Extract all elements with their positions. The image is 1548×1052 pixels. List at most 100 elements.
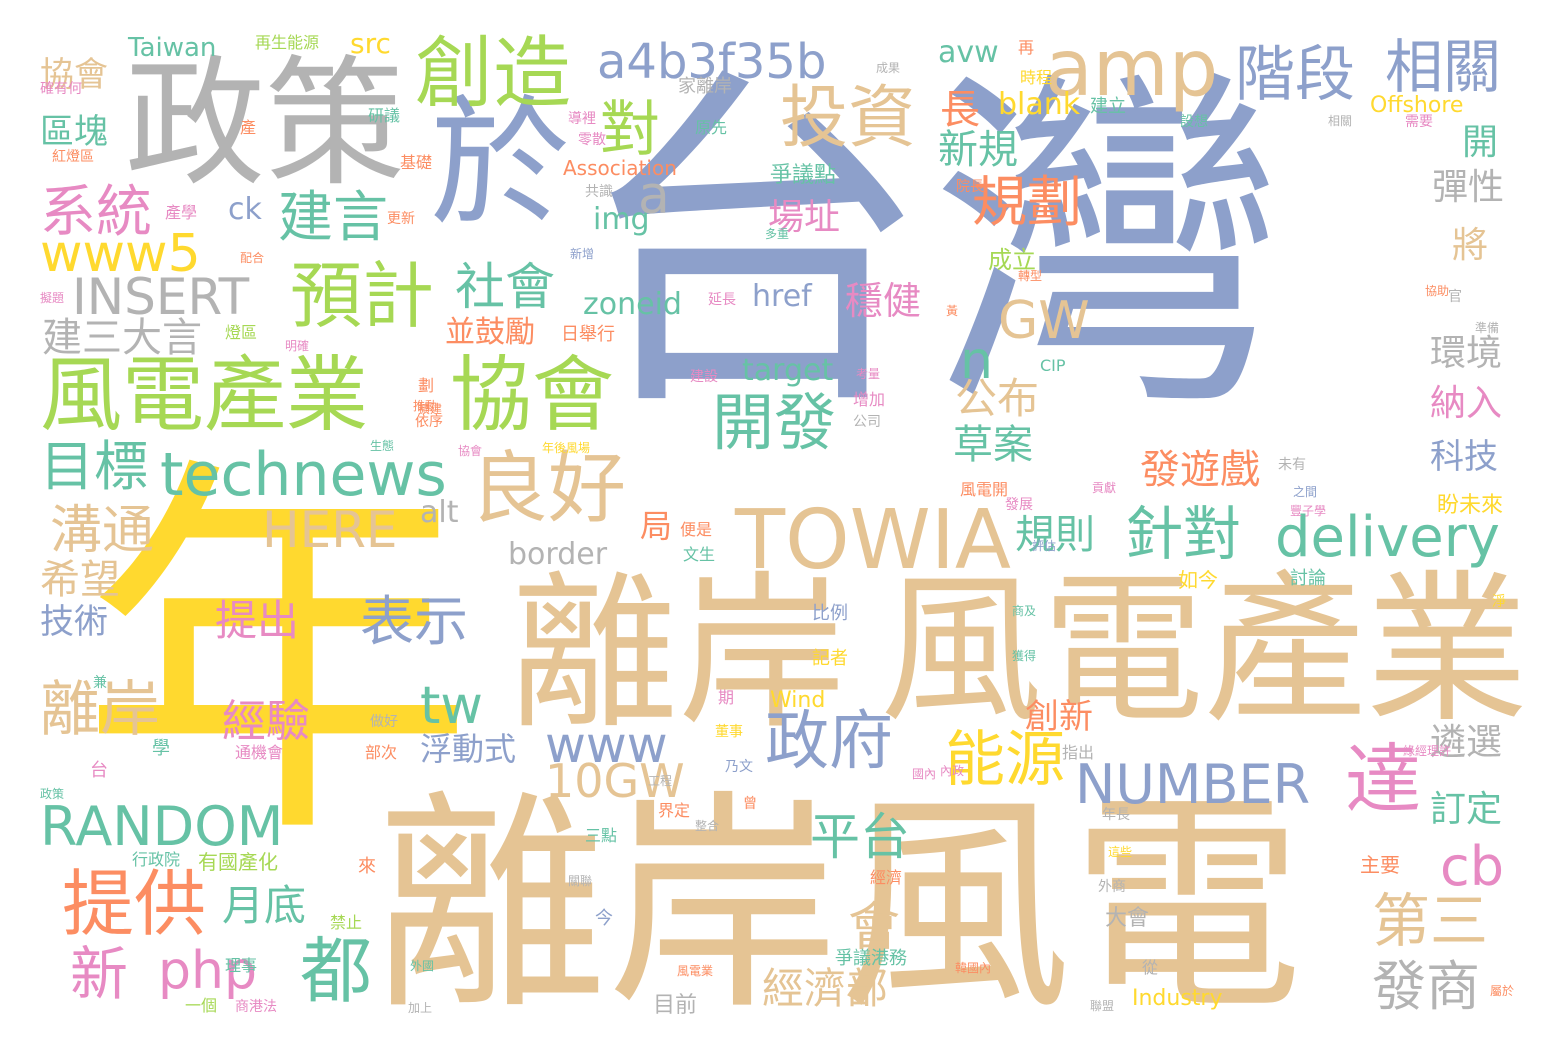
word-cip: CIP xyxy=(1040,356,1066,375)
word-merchants: 商及 xyxy=(1012,604,1037,618)
word-third: 第三 xyxy=(1372,887,1489,955)
word-integrate: 整合 xyxy=(695,819,720,833)
word-provide: 提供 xyxy=(62,862,207,946)
word-promote: 推動 xyxy=(413,399,438,413)
word-extend: 延長 xyxy=(708,292,736,308)
word-related-small: 相關 xyxy=(1328,114,1353,128)
word-build-up: 建立 xyxy=(1090,96,1126,117)
word-envision: 設想 xyxy=(1180,114,1208,130)
word-chairman: 董事 xyxy=(715,724,743,740)
word-light-zone: 燈區 xyxy=(225,323,258,342)
word-hope: 希望 xyxy=(40,557,120,603)
word-stage: 階段 xyxy=(1235,40,1355,110)
word-set: 訂定 xyxy=(1430,789,1503,830)
word-foreign: 外商 xyxy=(1098,879,1126,895)
word-related: 相關 xyxy=(1385,33,1502,101)
word-environment: 環境 xyxy=(1430,333,1503,374)
word-not-yet: 未有 xyxy=(1278,457,1306,473)
word-flexible: 彈性 xyxy=(1432,167,1505,208)
word-cb: cb xyxy=(1440,835,1504,898)
word-prohibit: 禁止 xyxy=(330,913,363,932)
word-executive-yuan: 行政院 xyxy=(132,850,181,869)
word-domestic: 國內 xyxy=(912,767,937,781)
word-are-there: 確有何 xyxy=(40,81,82,97)
word-government: 政府 xyxy=(765,705,893,779)
word-point-out: 指出 xyxy=(1062,743,1095,762)
word-interior: 內政 xyxy=(940,764,965,778)
word-huang: 黃 xyxy=(946,304,959,318)
word-platform: 平台 xyxy=(810,808,910,866)
word-reporter: 記者 xyxy=(812,648,848,669)
word-consensus: 共識 xyxy=(585,184,613,200)
word-do-well: 做好 xyxy=(370,714,398,730)
word-ratio: 比例 xyxy=(812,603,848,624)
word-construction: 建設 xyxy=(690,369,718,385)
word-wind-open: 風電開 xyxy=(960,480,1009,499)
word-korea-domestic: 韓國內 xyxy=(955,961,992,975)
word-tw: tw xyxy=(420,676,483,736)
word-these: 這些 xyxy=(1108,845,1133,859)
word-study: 研議 xyxy=(368,106,401,125)
word-discuss: 討論 xyxy=(1290,568,1326,589)
word-commercial-port-act: 商港法 xyxy=(235,999,277,1015)
word-block: 區塊 xyxy=(40,112,108,152)
word-cong: 從 xyxy=(1142,958,1159,977)
word-plus: 加上 xyxy=(408,1001,433,1015)
word-number: NUMBER xyxy=(1075,753,1311,816)
word-vice-minister: 部次 xyxy=(365,743,398,762)
word-current: 目前 xyxy=(653,993,698,1018)
word-need: 需要 xyxy=(1405,114,1433,130)
word-define: 界定 xyxy=(658,801,691,820)
word-tai: 台 xyxy=(90,760,108,781)
word-association-en: Association xyxy=(563,156,677,180)
word-jian: 兼 xyxy=(93,675,107,691)
word-alliance: 聯盟 xyxy=(1090,999,1115,1013)
word-express: 表示 xyxy=(360,590,468,653)
word-connection: 關聯 xyxy=(568,874,593,888)
word-home-offshore: 家離岸 xyxy=(678,76,732,97)
word-evaluate: 評估 xyxy=(1032,539,1057,553)
word-scattered: 零散 xyxy=(578,132,606,148)
word-dispute: 爭議點 xyxy=(770,163,837,188)
word-chang: 長 xyxy=(940,87,980,133)
word-update: 更新 xyxy=(387,211,415,227)
word-one: 一個 xyxy=(185,996,218,1015)
word-consider: 考量 xyxy=(856,367,881,381)
word-official: 官 xyxy=(1448,289,1462,305)
word-society: 社會 xyxy=(455,258,555,316)
word-ecology: 生態 xyxy=(370,439,395,453)
word-innovation: 創新 xyxy=(1025,697,1093,737)
word-experience: 經驗 xyxy=(222,696,310,747)
word-foundation: 基礎 xyxy=(400,153,433,172)
word-association-green: 協會 xyxy=(450,348,615,443)
word-renewable: 再生能源 xyxy=(255,33,320,52)
word-wind-industry-green: 風電產業 xyxy=(40,348,369,443)
word-results: 成果 xyxy=(876,61,901,75)
word-develop: 開發 xyxy=(712,386,837,459)
word-port-dispute: 爭議港務 xyxy=(835,948,907,969)
word-technews: technews xyxy=(160,440,447,510)
word-green-manager: 綠經理許 xyxy=(1403,744,1452,758)
word-wind-industry-large: 風電產業 xyxy=(880,557,1528,745)
word-zai: 再 xyxy=(1018,38,1035,57)
word-multiple: 多重 xyxy=(765,227,790,241)
word-delivery: delivery xyxy=(1275,505,1500,570)
word-increase: 增加 xyxy=(853,390,886,409)
word-steady: 穩健 xyxy=(845,279,922,323)
word-industry-en: Industry xyxy=(1132,986,1223,1011)
word-kai: 開 xyxy=(1462,122,1499,163)
word-assist: 協助 xyxy=(1425,284,1450,298)
word-localization: 有國產化 xyxy=(198,850,278,874)
word-xue: 學 xyxy=(152,738,170,759)
word-feng-zixue: 豐子學 xyxy=(1290,504,1327,518)
word-href: href xyxy=(752,279,812,314)
word-three-points: 三點 xyxy=(585,826,618,845)
word-add-new: 新增 xyxy=(570,247,595,261)
word-target-for: 針對 xyxy=(1125,500,1242,568)
word-timeline: 時程 xyxy=(1020,68,1053,87)
word-ck: ck xyxy=(228,192,262,227)
word-nowadays: 如今 xyxy=(1178,568,1218,592)
word-technology: 技術 xyxy=(40,602,108,642)
word-belongs: 屬於 xyxy=(1490,984,1515,998)
word-floating: 浮動式 xyxy=(420,730,517,768)
